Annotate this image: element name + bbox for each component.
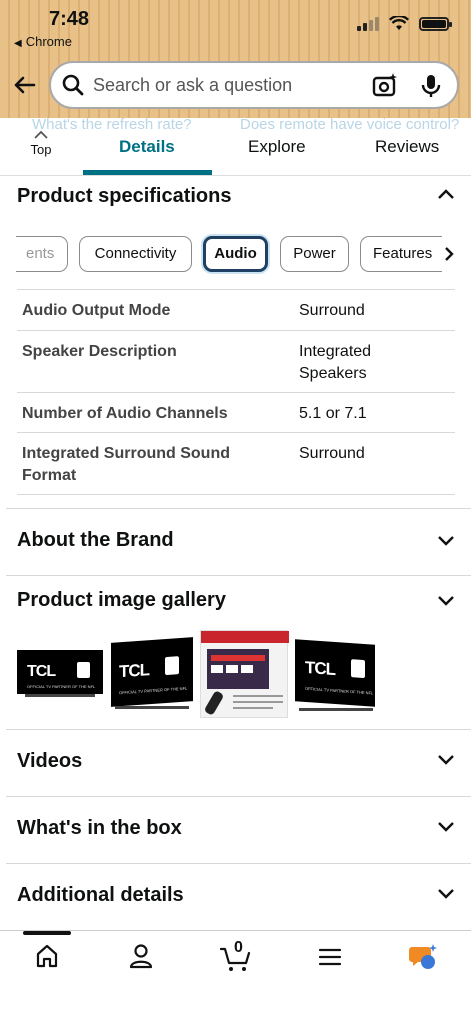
bottom-navigation: 0 (0, 930, 471, 1020)
spec-key: Speaker Description (22, 343, 177, 360)
spec-value: Integrated Speakers (299, 343, 372, 382)
section-title: Product specifications (17, 185, 232, 207)
search-icon (62, 74, 84, 96)
chip-features[interactable]: Features (360, 236, 442, 272)
chevron-down-icon (438, 536, 454, 546)
chip-audio[interactable]: Audio (203, 236, 268, 272)
chip-connectivity[interactable]: Connectivity (79, 236, 192, 272)
status-icons (357, 16, 452, 31)
section-title: Videos (17, 750, 83, 772)
home-icon[interactable] (35, 943, 59, 969)
brand-logo-text: TCL (27, 663, 56, 680)
spec-row: Audio Output Mode Surround (17, 289, 455, 330)
gallery-image[interactable] (200, 630, 289, 718)
account-icon[interactable] (129, 943, 153, 969)
search-input[interactable] (91, 63, 361, 107)
spec-value: Surround (299, 445, 365, 462)
videos-section[interactable]: Videos (6, 730, 471, 797)
image-gallery: TCL OFFICIAL TV PARTNER OF THE NFL TCL O… (17, 630, 457, 720)
chevron-right-icon[interactable] (443, 246, 455, 262)
app-header: 7:48 ◀ Chrome (0, 0, 471, 120)
menu-icon[interactable] (318, 947, 342, 967)
active-tab-indicator (83, 170, 212, 175)
tab-reviews[interactable]: Reviews (375, 137, 439, 157)
suggestion-chip[interactable]: Does remote have voice control? (240, 118, 459, 133)
whats-in-the-box-section[interactable]: What's in the box (6, 797, 471, 864)
tagline-text: OFFICIAL TV PARTNER OF THE NFL (27, 684, 96, 689)
spec-key: Audio Output Mode (22, 302, 171, 319)
search-bar[interactable] (49, 61, 459, 109)
gallery-image[interactable]: TCL OFFICIAL TV PARTNER OF THE NFL (295, 639, 377, 714)
tab-explore[interactable]: Explore (248, 137, 306, 157)
chevron-down-icon (438, 755, 454, 765)
spec-value: Surround (299, 302, 365, 319)
additional-details-section[interactable]: Additional details (6, 864, 471, 930)
product-specifications-header[interactable]: Product specifications (6, 176, 471, 228)
cellular-signal-icon (357, 16, 379, 31)
brand-logo-text: TCL (305, 657, 336, 680)
tagline-text: OFFICIAL TV PARTNER OF THE NFL (119, 685, 188, 696)
chip-contents[interactable]: ents (16, 236, 68, 272)
scroll-to-top-button[interactable]: Top (22, 130, 60, 157)
status-time: 7:48 (49, 8, 90, 30)
cart-icon[interactable] (220, 945, 252, 973)
top-label: Top (30, 142, 52, 157)
product-tabs: What's the refresh rate? Does remote hav… (0, 118, 471, 176)
chevron-down-icon (438, 822, 454, 832)
chip-power[interactable]: Power (280, 236, 349, 272)
tab-details[interactable]: Details (119, 137, 175, 157)
chevron-down-icon (438, 889, 454, 899)
about-brand-section[interactable]: About the Brand (6, 509, 471, 576)
brand-logo-text: TCL (119, 660, 150, 682)
gallery-image[interactable]: TCL OFFICIAL TV PARTNER OF THE NFL (17, 650, 103, 702)
section-title: Product image gallery (17, 589, 226, 611)
spec-key: Integrated Surround Sound Format (22, 445, 230, 484)
back-app-label: Chrome (25, 34, 72, 49)
chevron-up-icon (34, 130, 48, 139)
spec-key: Number of Audio Channels (22, 405, 228, 422)
chevron-up-icon (438, 189, 454, 199)
chevron-down-icon[interactable] (437, 595, 455, 607)
spec-value: 5.1 or 7.1 (299, 405, 367, 422)
battery-icon (419, 16, 452, 31)
section-title: About the Brand (17, 529, 174, 551)
back-arrow-icon[interactable] (10, 70, 40, 100)
back-to-app-link[interactable]: ◀ Chrome (14, 34, 72, 49)
spec-row: Number of Audio Channels 5.1 or 7.1 (17, 392, 455, 432)
wifi-icon (389, 16, 409, 30)
camera-search-icon[interactable] (371, 72, 399, 100)
gallery-image[interactable]: TCL OFFICIAL TV PARTNER OF THE NFL (111, 637, 193, 712)
alexa-assistant-icon[interactable] (408, 943, 438, 971)
spec-category-chips: ents Connectivity Audio Power Features (0, 236, 471, 272)
microphone-icon[interactable] (419, 72, 443, 100)
section-title: Additional details (17, 884, 184, 906)
spec-row: Integrated Surround Sound Format Surroun… (17, 432, 455, 495)
active-nav-indicator (23, 931, 71, 935)
tagline-text: OFFICIAL TV PARTNER OF THE NFL (305, 685, 374, 696)
spec-row: Speaker Description Integrated Speakers (17, 330, 455, 392)
section-title: What's in the box (17, 817, 182, 839)
